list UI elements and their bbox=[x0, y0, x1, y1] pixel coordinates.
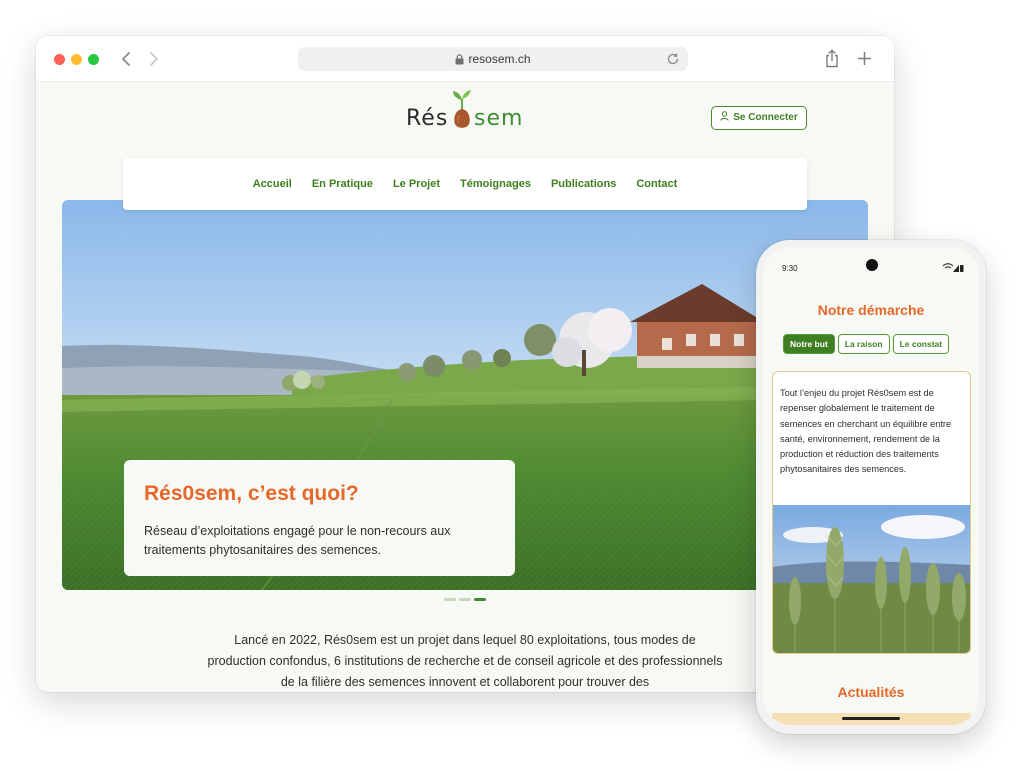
logo-text-left: Rés bbox=[406, 106, 449, 131]
reload-icon[interactable] bbox=[666, 52, 680, 66]
login-button-label: Se Connecter bbox=[733, 112, 798, 123]
section-heading-actualites: Actualités bbox=[837, 684, 905, 700]
tab-content-card: Tout l’enjeu du projet Rés0sem est de re… bbox=[772, 371, 971, 654]
nav-item-temoignages[interactable]: Témoignages bbox=[460, 178, 531, 190]
hero-text: Réseau d’exploitations engagé pour le no… bbox=[144, 524, 451, 557]
phone-screen: 9:30 Notre démarche Notre but La raison … bbox=[763, 247, 979, 725]
site-logo[interactable]: Rés sem bbox=[404, 86, 528, 134]
lock-icon bbox=[455, 54, 464, 65]
hero-title: Rés0sem, c’est quoi? bbox=[144, 482, 359, 505]
phone-mockup: 9:30 Notre démarche Notre but La raison … bbox=[756, 240, 986, 734]
close-window-button[interactable] bbox=[54, 54, 65, 65]
wheat-photo bbox=[773, 505, 970, 653]
browser-toolbar: resosem.ch bbox=[36, 36, 894, 82]
intro-paragraph: Lancé en 2022, Rés0sem est un projet dan… bbox=[207, 633, 723, 689]
new-tab-plus-icon[interactable] bbox=[856, 50, 873, 67]
signal-icon bbox=[942, 263, 964, 272]
main-navigation: Accueil En Pratique Le Projet Témoignage… bbox=[123, 158, 807, 210]
login-button[interactable]: Se Connecter bbox=[711, 106, 807, 130]
nav-item-contact[interactable]: Contact bbox=[636, 178, 677, 190]
sprout-seed-logo-icon bbox=[453, 90, 471, 128]
battery-icon bbox=[960, 265, 964, 272]
carousel-indicators bbox=[444, 598, 486, 601]
stage: resosem.ch Rés sem Se Connecter Rés0sem,… bbox=[0, 0, 1024, 771]
camera-icon bbox=[866, 259, 878, 271]
back-arrow-icon[interactable] bbox=[118, 50, 136, 68]
hero-card: Rés0sem, c’est quoi? Réseau d’exploitati… bbox=[124, 460, 515, 576]
forward-arrow-icon[interactable] bbox=[144, 50, 162, 68]
minimize-window-button[interactable] bbox=[71, 54, 82, 65]
carousel-dot-active[interactable] bbox=[474, 598, 486, 601]
tab-notre-but[interactable]: Notre but bbox=[783, 334, 835, 354]
status-time: 9:30 bbox=[782, 264, 798, 273]
nav-item-en-pratique[interactable]: En Pratique bbox=[312, 178, 373, 190]
section-heading-demarche: Notre démarche bbox=[817, 302, 925, 318]
tab-la-raison[interactable]: La raison bbox=[837, 334, 890, 354]
user-icon bbox=[720, 111, 729, 121]
nav-item-publications[interactable]: Publications bbox=[551, 178, 616, 190]
nav-item-accueil[interactable]: Accueil bbox=[253, 178, 292, 190]
maximize-window-button[interactable] bbox=[88, 54, 99, 65]
url-text: resosem.ch bbox=[468, 52, 531, 66]
home-indicator[interactable] bbox=[842, 717, 900, 720]
logo-text-right: sem bbox=[474, 106, 524, 131]
carousel-dot[interactable] bbox=[459, 598, 471, 601]
address-bar[interactable]: resosem.ch bbox=[298, 47, 688, 71]
carousel-dot[interactable] bbox=[444, 598, 456, 601]
nav-item-le-projet[interactable]: Le Projet bbox=[393, 178, 440, 190]
tab-le-constat[interactable]: Le constat bbox=[892, 334, 950, 354]
tab-content-text: Tout l’enjeu du projet Rés0sem est de re… bbox=[780, 388, 952, 475]
phone-tabs: Notre but La raison Le constat bbox=[783, 334, 950, 354]
share-icon[interactable] bbox=[824, 49, 840, 68]
